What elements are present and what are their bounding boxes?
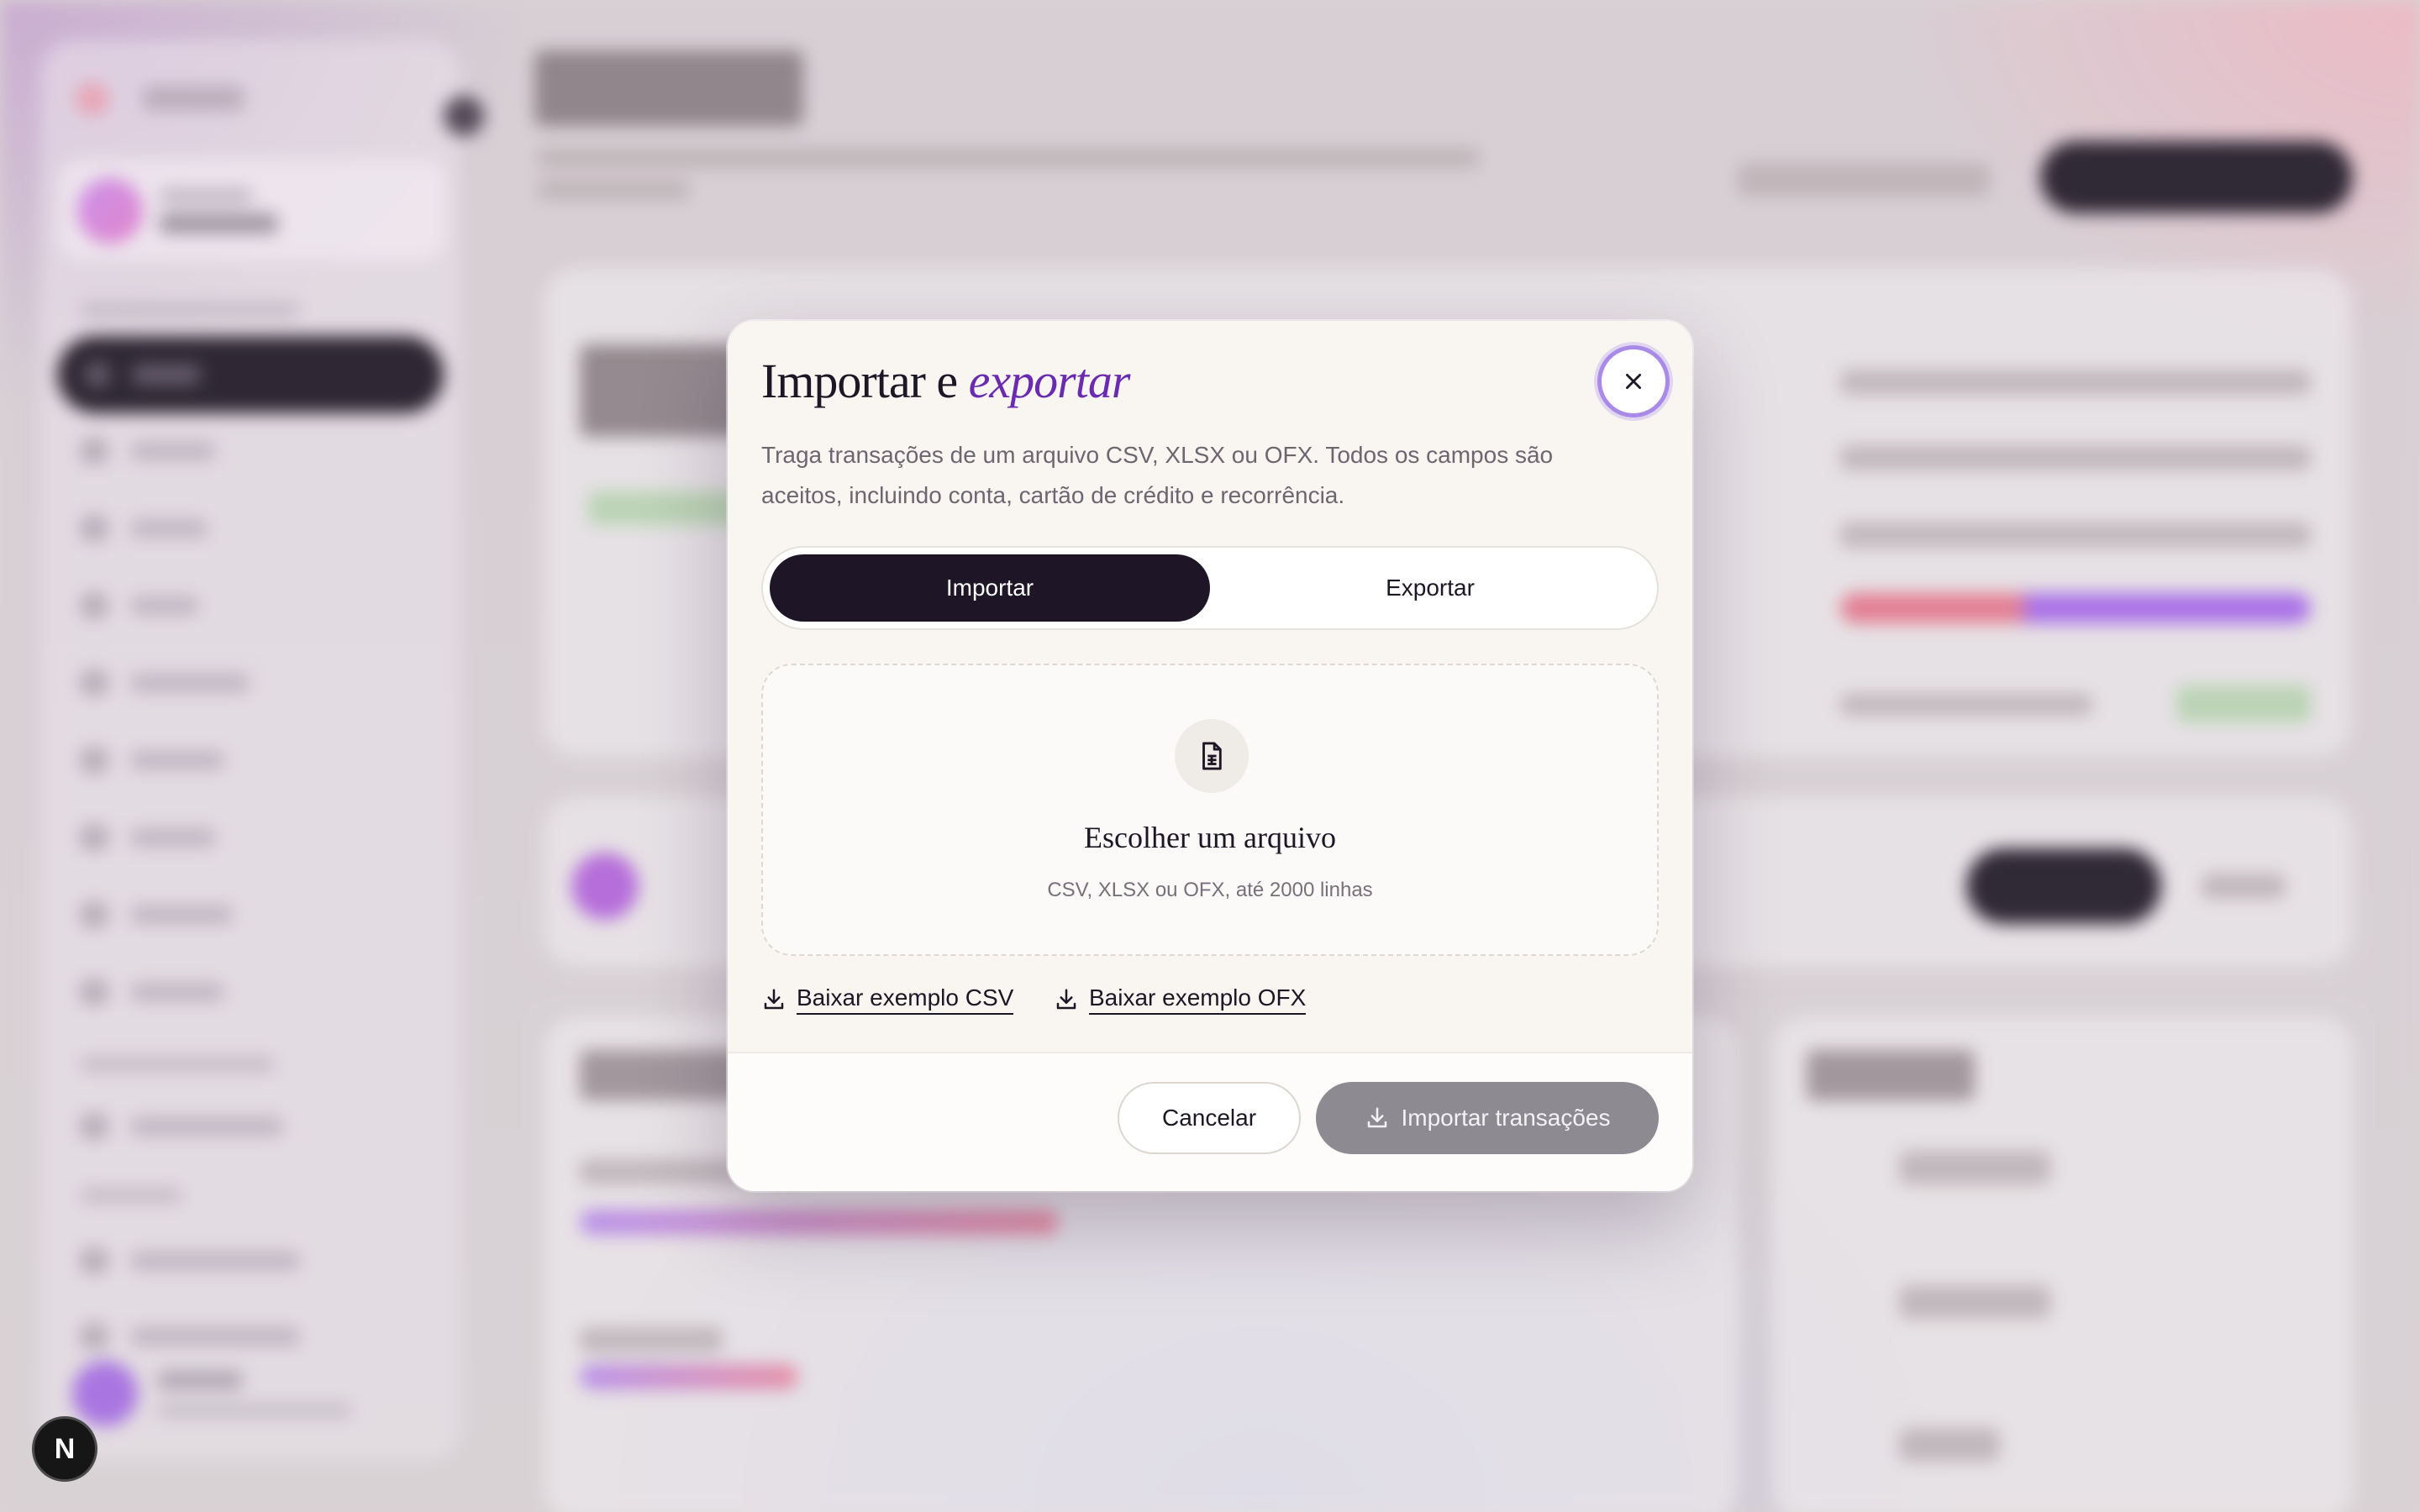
download-icon [764, 989, 784, 1010]
import-transactions-button[interactable]: Importar transações [1316, 1082, 1659, 1154]
dialog-footer: Cancelar Importar transações [728, 1052, 1692, 1191]
close-icon [1626, 374, 1641, 389]
dialog-title-accent: exportar [968, 354, 1131, 408]
download-csv-label: Baixar exemplo CSV [797, 984, 1014, 1015]
dev-tools-badge[interactable]: N [32, 1416, 97, 1482]
download-ofx-example-link[interactable]: Baixar exemplo OFX [1054, 983, 1307, 1016]
dropzone-title: Escolher um arquivo [1084, 821, 1336, 854]
dialog-title-plain: Importar e [761, 354, 958, 408]
close-button[interactable] [1602, 349, 1665, 413]
download-icon [1056, 989, 1076, 1010]
download-icon [1367, 1107, 1386, 1128]
file-spreadsheet-icon [1175, 719, 1249, 793]
download-ofx-label: Baixar exemplo OFX [1089, 984, 1307, 1015]
mode-tabs: Importar Exportar [761, 546, 1659, 630]
download-csv-example-link[interactable]: Baixar exemplo CSV [761, 983, 1014, 1016]
tab-importar[interactable]: Importar [770, 554, 1210, 622]
dev-tools-badge-label: N [54, 1432, 76, 1465]
import-export-dialog: Importar e exportar Traga transações de … [728, 321, 1692, 1191]
dialog-title: Importar e exportar [761, 353, 1131, 420]
tab-exportar[interactable]: Exportar [1210, 554, 1650, 622]
cancel-button[interactable]: Cancelar [1118, 1082, 1301, 1154]
file-dropzone[interactable]: Escolher um arquivo CSV, XLSX ou OFX, at… [761, 664, 1659, 956]
import-transactions-label: Importar transações [1401, 1105, 1611, 1131]
dialog-description: Traga transações de um arquivo CSV, XLSX… [761, 442, 1554, 508]
dropzone-subtitle: CSV, XLSX ou OFX, até 2000 linhas [1047, 879, 1373, 901]
